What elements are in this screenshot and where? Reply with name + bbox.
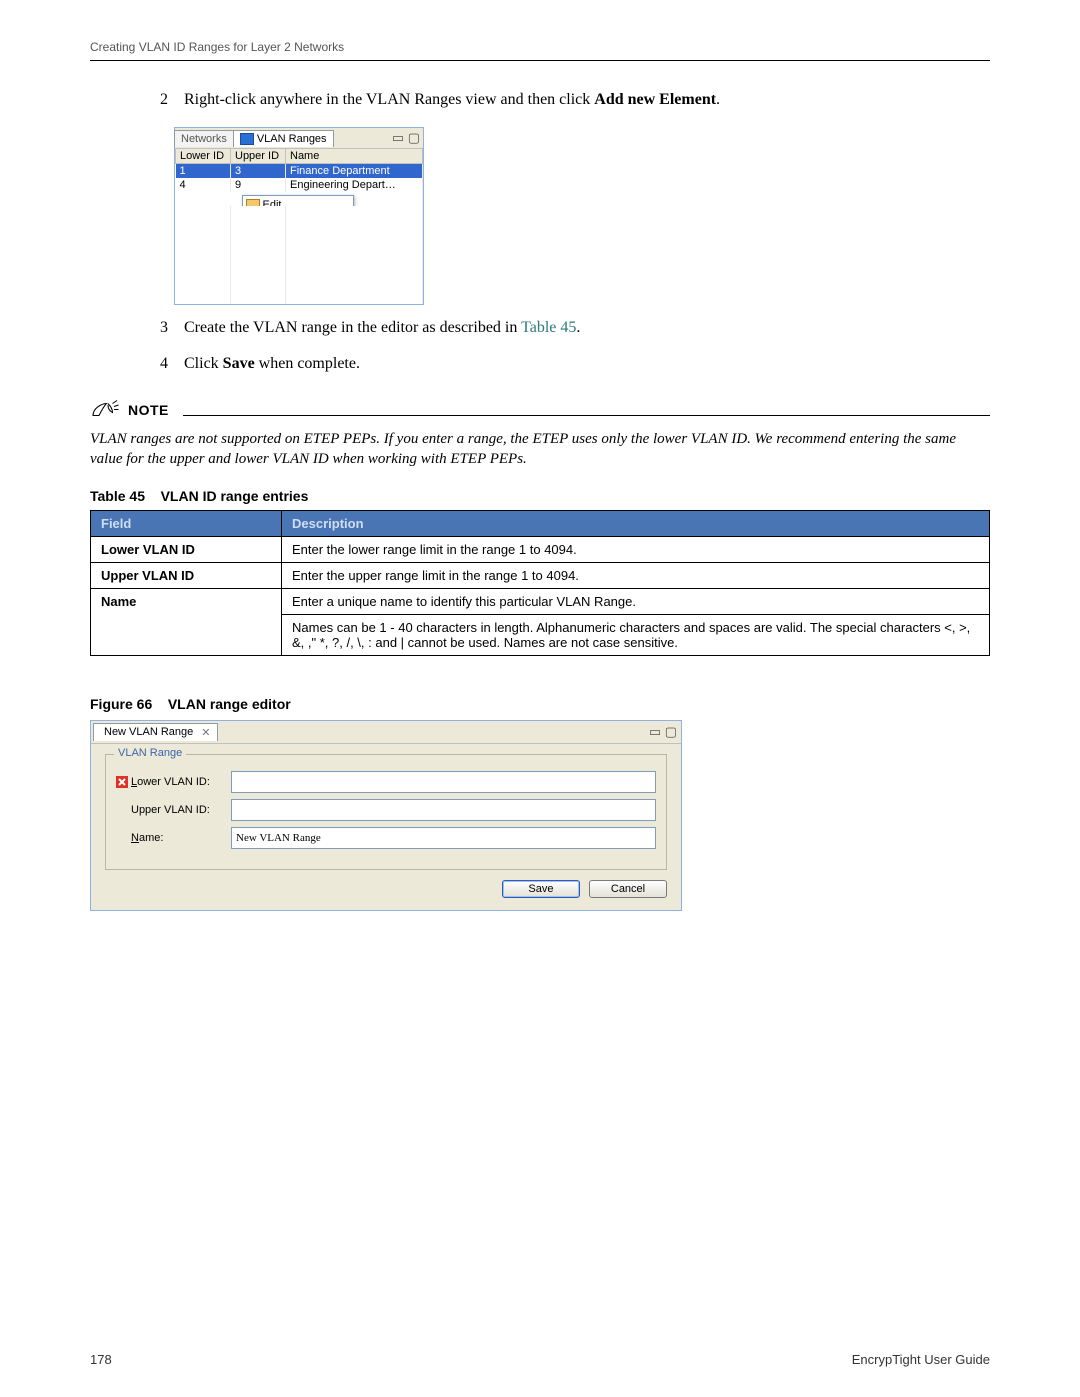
folder-icon — [246, 199, 260, 206]
window-controls-icon[interactable]: ▭ ▢ — [392, 130, 420, 146]
ctx-edit[interactable]: Edit — [243, 196, 353, 206]
save-button[interactable]: Save — [502, 880, 580, 898]
step-3-num: 3 — [160, 319, 180, 337]
cell-upper: 9 — [231, 178, 286, 192]
td-desc: Enter the lower range limit in the range… — [282, 536, 990, 562]
tab-networks[interactable]: Networks — [174, 130, 234, 147]
td-desc-extra: Names can be 1 - 40 characters in length… — [282, 614, 990, 655]
window-controls-icon[interactable]: ▭ ▢ — [649, 724, 677, 740]
ctx-edit-label: Edit — [263, 199, 282, 206]
td-field: Lower VLAN ID — [91, 536, 282, 562]
name-label: Name: — [131, 832, 231, 844]
td-desc: Enter the upper range limit in the range… — [282, 562, 990, 588]
td-desc: Enter a unique name to identify this par… — [282, 588, 990, 614]
note-header: NOTE — [90, 399, 990, 421]
note-icon — [90, 399, 120, 421]
cell-lower: 4 — [176, 178, 231, 192]
tab-vlan-label: VLAN Ranges — [257, 133, 327, 145]
step-2: 2 Right-click anywhere in the VLAN Range… — [160, 91, 990, 109]
th-field: Field — [91, 510, 282, 536]
tab-bar: Networks VLAN Ranges ▭ ▢ — [175, 128, 423, 148]
page-footer: 178 EncrypTight User Guide — [90, 1352, 990, 1367]
editor-tab-label: New VLAN Range — [104, 726, 193, 738]
lower-vlan-input[interactable] — [231, 771, 656, 793]
upper-vlan-label: Upper VLAN ID: — [131, 804, 231, 816]
note-body: VLAN ranges are not supported on ETEP PE… — [90, 429, 990, 470]
table-45-caption-b: VLAN ID range entries — [161, 488, 309, 504]
step-4: 4 Click Save when complete. — [160, 355, 990, 373]
tab-networks-label: Networks — [181, 133, 227, 145]
vlan-range-editor: New VLAN Range ✕ ▭ ▢ VLAN Range Lower VL… — [90, 720, 682, 911]
step-4-text-b: Save — [223, 355, 255, 372]
cell-name: Engineering Depart… — [286, 178, 423, 192]
figure-66-caption-b: VLAN range editor — [168, 696, 291, 712]
page-header: Creating VLAN ID Ranges for Layer 2 Netw… — [90, 40, 990, 61]
cell-lower: 1 — [176, 164, 231, 179]
step-2-text-a: Right-click anywhere in the VLAN Ranges … — [184, 91, 594, 108]
vlan-table: Lower ID Upper ID Name 1 3 Finance Depar… — [175, 148, 423, 304]
table-row[interactable]: 4 9 Engineering Depart… — [176, 178, 423, 192]
table-45-caption: Table 45 VLAN ID range entries — [90, 488, 990, 504]
cancel-button[interactable]: Cancel — [589, 880, 667, 898]
editor-tab[interactable]: New VLAN Range ✕ — [93, 723, 218, 741]
td-field: Name — [91, 588, 282, 655]
step-3-text-c: . — [576, 319, 580, 336]
table-45: Field Description Lower VLAN ID Enter th… — [90, 510, 990, 656]
step-4-text-c: when complete. — [255, 355, 360, 372]
step-4-num: 4 — [160, 355, 180, 373]
table-row[interactable]: 1 3 Finance Department — [176, 164, 423, 179]
lan-icon — [240, 133, 254, 145]
error-icon — [116, 776, 128, 788]
lower-vlan-label: Lower VLAN ID: — [131, 776, 231, 788]
th-description: Description — [282, 510, 990, 536]
editor-tab-bar: New VLAN Range ✕ ▭ ▢ — [91, 721, 681, 744]
tab-vlan-ranges[interactable]: VLAN Ranges — [233, 130, 334, 147]
step-2-text-c: . — [716, 91, 720, 108]
guide-title: EncrypTight User Guide — [852, 1352, 990, 1367]
col-name[interactable]: Name — [286, 149, 423, 164]
fieldset-legend: VLAN Range — [114, 747, 186, 759]
step-3-text-a: Create the VLAN range in the editor as d… — [184, 319, 521, 336]
note-label: NOTE — [128, 402, 169, 418]
page-number: 178 — [90, 1352, 112, 1367]
vlan-ranges-view: Networks VLAN Ranges ▭ ▢ Lower ID Upper … — [174, 127, 424, 305]
table-45-link[interactable]: Table 45 — [521, 319, 576, 336]
col-lower-id[interactable]: Lower ID — [176, 149, 231, 164]
table-45-caption-a: Table 45 — [90, 488, 145, 504]
col-upper-id[interactable]: Upper ID — [231, 149, 286, 164]
cell-name: Finance Department — [286, 164, 423, 179]
step-2-num: 2 — [160, 91, 180, 109]
figure-66-caption-a: Figure 66 — [90, 696, 152, 712]
close-icon[interactable]: ✕ — [201, 726, 210, 739]
step-3: 3 Create the VLAN range in the editor as… — [160, 319, 990, 337]
step-2-text-b: Add new Element — [594, 91, 716, 108]
upper-vlan-input[interactable] — [231, 799, 656, 821]
name-input[interactable] — [231, 827, 656, 849]
figure-66-caption: Figure 66 VLAN range editor — [90, 696, 990, 712]
td-field: Upper VLAN ID — [91, 562, 282, 588]
vlan-range-fieldset: VLAN Range Lower VLAN ID: Upper VLAN ID:… — [105, 754, 667, 870]
context-menu: Edit Add new Element Delete Element — [242, 195, 354, 206]
step-4-text-a: Click — [184, 355, 223, 372]
cell-upper: 3 — [231, 164, 286, 179]
